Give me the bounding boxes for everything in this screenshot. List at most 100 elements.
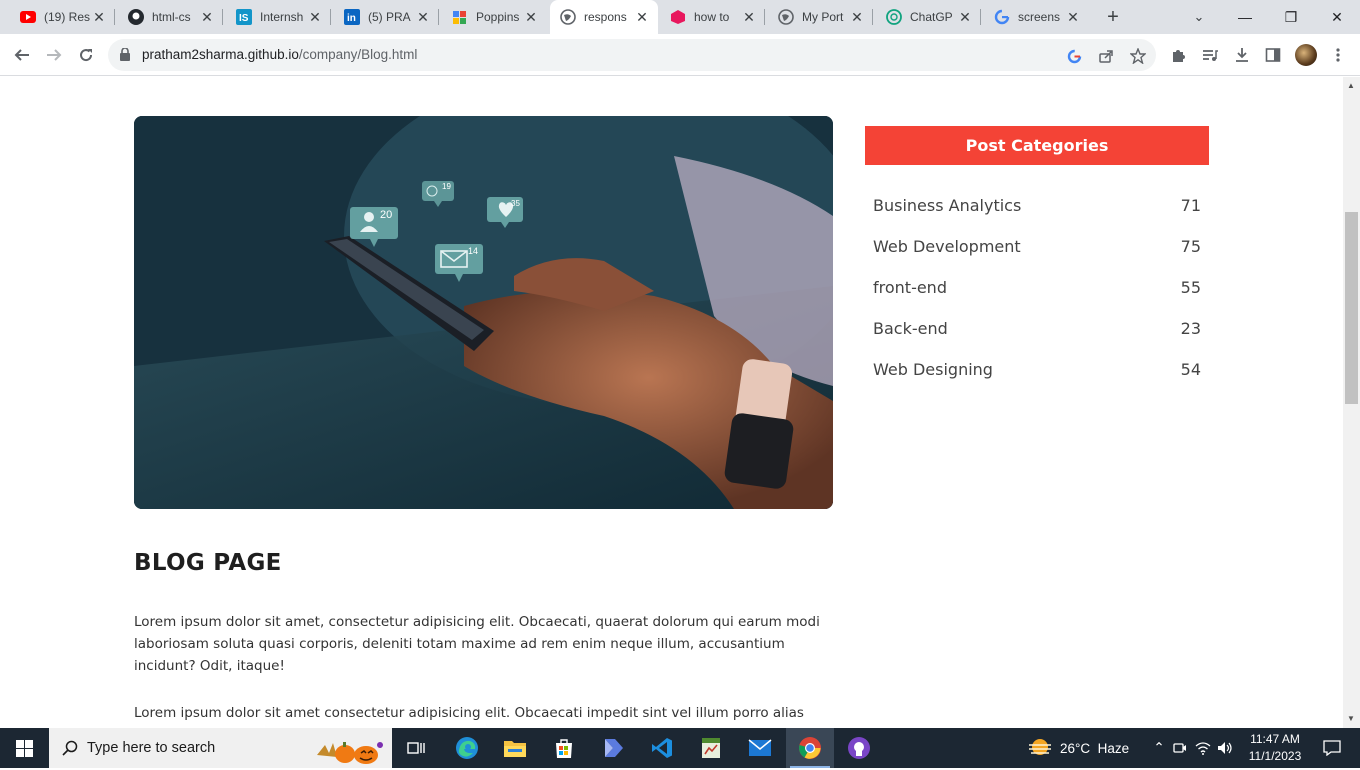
- share-icon[interactable]: [1097, 47, 1115, 65]
- category-item[interactable]: Business Analytics 71: [873, 193, 1201, 217]
- search-icon: [62, 740, 78, 761]
- category-item[interactable]: front-end 55: [873, 275, 1201, 299]
- close-tab-icon[interactable]: ✕: [634, 9, 650, 26]
- url-text[interactable]: pratham2sharma.github.io/company/Blog.ht…: [142, 47, 417, 62]
- web-page: 20 19 35 14 BLOG PAGE Lorem ipsum dolor …: [0, 77, 1343, 728]
- blog-paragraph: Lorem ipsum dolor sit amet consectetur a…: [134, 705, 804, 721]
- badge-count: 19: [442, 182, 451, 191]
- clock-time: 11:47 AM: [1250, 732, 1300, 746]
- mail-icon[interactable]: [736, 728, 784, 768]
- badge-count: 35: [511, 199, 520, 208]
- close-tab-icon[interactable]: ✕: [1065, 9, 1081, 26]
- category-count: 54: [1180, 359, 1201, 379]
- close-tab-icon[interactable]: ✕: [523, 9, 539, 26]
- category-count: 55: [1180, 277, 1201, 297]
- file-explorer-icon[interactable]: [491, 728, 539, 768]
- wifi-icon[interactable]: [1192, 741, 1214, 755]
- browser-tab-poppins[interactable]: Poppins ✕: [442, 0, 547, 34]
- profile-avatar[interactable]: [1295, 44, 1317, 66]
- category-name[interactable]: Back-end: [873, 319, 948, 338]
- chrome-icon[interactable]: [786, 728, 834, 768]
- reload-icon[interactable]: [74, 43, 98, 67]
- restore-icon[interactable]: ❐: [1268, 0, 1314, 34]
- browser-tab-active[interactable]: respons ✕: [550, 0, 658, 34]
- meet-now-icon[interactable]: [1168, 741, 1192, 755]
- weather-text: 26°C Haze: [1060, 740, 1130, 756]
- browser-tab-linkedin[interactable]: in (5) PRA ✕: [334, 0, 439, 34]
- system-tray: ⌃: [1150, 728, 1236, 768]
- google-translate-icon[interactable]: [1065, 47, 1083, 65]
- browser-tab-youtube[interactable]: (19) Res ✕: [10, 0, 115, 34]
- minimize-icon[interactable]: —: [1222, 0, 1268, 34]
- extensions-puzzle-icon[interactable]: [1169, 46, 1187, 64]
- close-tab-icon[interactable]: ✕: [307, 9, 323, 26]
- media-queue-icon[interactable]: [1201, 46, 1219, 64]
- category-name[interactable]: Web Development: [873, 237, 1021, 256]
- google-fonts-icon: [452, 9, 468, 25]
- close-tab-icon[interactable]: ✕: [957, 9, 973, 26]
- close-tab-icon[interactable]: ✕: [415, 9, 431, 26]
- more-menu-icon[interactable]: [1329, 46, 1347, 64]
- volume-icon[interactable]: [1214, 741, 1236, 755]
- close-tab-icon[interactable]: ✕: [741, 9, 757, 26]
- tab-title: My Port: [802, 10, 844, 24]
- browser-tab-internshala[interactable]: IS Internsh ✕: [226, 0, 331, 34]
- scroll-up-arrow-icon[interactable]: ▲: [1347, 81, 1355, 90]
- lock-icon[interactable]: [120, 47, 130, 66]
- start-windows-icon[interactable]: [0, 728, 48, 768]
- category-item[interactable]: Back-end 23: [873, 316, 1201, 340]
- taskbar-search-box[interactable]: Type here to search: [49, 728, 392, 768]
- power-automate-icon[interactable]: [589, 728, 637, 768]
- category-item[interactable]: Web Development 75: [873, 234, 1201, 258]
- notifications-icon[interactable]: [1312, 728, 1352, 768]
- browser-tab-screenshot[interactable]: screens ✕: [984, 0, 1089, 34]
- close-tab-icon[interactable]: ✕: [199, 9, 215, 26]
- internshala-icon: IS: [236, 9, 252, 25]
- tab-strip: (19) Res ✕ html-cs ✕ IS Internsh ✕ in (5…: [0, 0, 1360, 34]
- youtube-icon: [20, 9, 36, 25]
- category-item[interactable]: Web Designing 54: [873, 357, 1201, 381]
- blog-page-title: BLOG PAGE: [134, 550, 282, 576]
- page-scrollbar[interactable]: ▲ ▼: [1343, 77, 1360, 728]
- tab-title: screens: [1018, 10, 1061, 24]
- back-arrow-icon[interactable]: [10, 43, 34, 67]
- globe-icon: [778, 9, 794, 25]
- new-tab-button[interactable]: +: [1102, 5, 1124, 29]
- github-icon: [128, 9, 144, 25]
- clock-date: 11/1/2023: [1248, 749, 1302, 763]
- scrollbar-thumb[interactable]: [1345, 212, 1358, 404]
- edge-browser-icon[interactable]: [443, 728, 491, 768]
- address-bar[interactable]: pratham2sharma.github.io/company/Blog.ht…: [108, 39, 1156, 71]
- windows-taskbar: Type here to search 26°C Haze ⌃ 11:47 AM…: [0, 728, 1360, 768]
- category-name[interactable]: Web Designing: [873, 360, 993, 379]
- browser-tab-github[interactable]: html-cs ✕: [118, 0, 223, 34]
- browser-tab-howto[interactable]: how to ✕: [660, 0, 765, 34]
- weather-widget[interactable]: 26°C Haze: [1028, 728, 1129, 768]
- tab-title: ChatGP: [910, 10, 953, 24]
- close-tab-icon[interactable]: ✕: [849, 9, 865, 26]
- system-clock[interactable]: 11:47 AM 11/1/2023: [1240, 731, 1310, 765]
- forward-arrow-icon[interactable]: [42, 43, 66, 67]
- post-categories-heading: Post Categories: [865, 126, 1209, 165]
- spreadsheet-app-icon[interactable]: [687, 728, 735, 768]
- close-window-icon[interactable]: ✕: [1314, 0, 1360, 34]
- tab-search-chevron-icon[interactable]: ⌄: [1188, 6, 1210, 28]
- google-icon: [994, 9, 1010, 25]
- close-tab-icon[interactable]: ✕: [91, 9, 107, 26]
- category-name[interactable]: Business Analytics: [873, 196, 1021, 215]
- blog-paragraph: Lorem ipsum dolor sit amet, consectetur …: [134, 614, 820, 674]
- vscode-icon[interactable]: [638, 728, 686, 768]
- github-desktop-icon[interactable]: [835, 728, 883, 768]
- task-view-icon[interactable]: [392, 728, 440, 768]
- side-panel-icon[interactable]: [1264, 46, 1282, 64]
- microsoft-store-icon[interactable]: [540, 728, 588, 768]
- category-name[interactable]: front-end: [873, 278, 947, 297]
- show-hidden-icons-chevron-icon[interactable]: ⌃: [1150, 740, 1168, 756]
- scroll-down-arrow-icon[interactable]: ▼: [1347, 714, 1355, 723]
- browser-tab-chatgpt[interactable]: ChatGP ✕: [876, 0, 981, 34]
- download-icon[interactable]: [1233, 46, 1251, 64]
- weather-haze-icon: [1028, 737, 1052, 760]
- browser-tab-portfolio[interactable]: My Port ✕: [768, 0, 873, 34]
- bookmark-star-icon[interactable]: [1129, 47, 1147, 65]
- cube-icon: [670, 9, 686, 25]
